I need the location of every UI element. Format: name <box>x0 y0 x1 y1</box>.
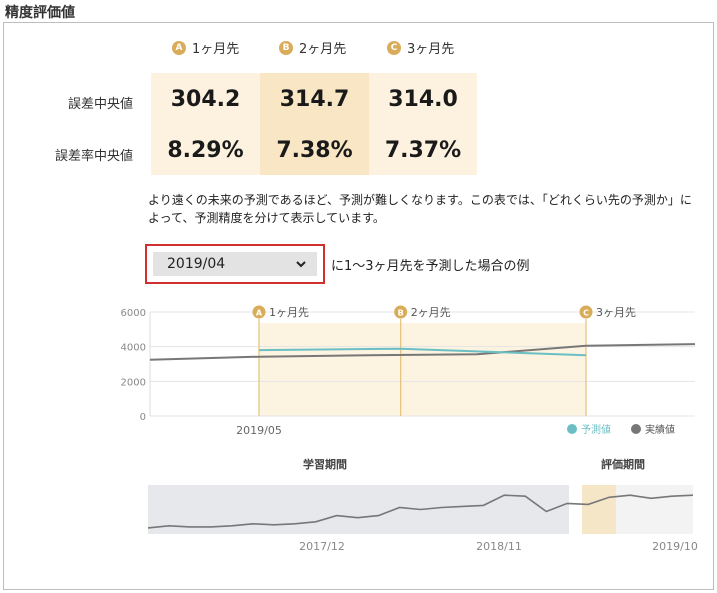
marker-badge-letter: C <box>583 309 589 318</box>
marker-label: 1ヶ月先 <box>269 306 309 319</box>
training-period-label: 学習期間 <box>303 457 347 471</box>
overview-chart: 学習期間 評価期間 2017/12 2018/11 2019/10 <box>147 457 698 553</box>
column-header-2-month: B 2ヶ月先 <box>279 38 346 57</box>
overview-x-tick-label: 2017/12 <box>299 540 345 553</box>
row-label-median-error: 誤差中央値 <box>67 97 133 112</box>
cell-median-error-rate-3m: 7.37% <box>369 125 477 175</box>
overview-x-tick-label: 2019/10 <box>652 540 698 553</box>
y-tick-label: 4000 <box>121 343 146 354</box>
page-title: 精度評価値 <box>5 5 75 21</box>
column-header-1-month: A 1ヶ月先 <box>172 38 239 57</box>
badge-c-icon: C <box>387 40 401 55</box>
badge-a-icon: A <box>172 40 186 55</box>
legend-dot-icon <box>631 424 641 434</box>
select-caption: に1〜3ヶ月先を予測した場合の例 <box>331 259 530 274</box>
column-header-label: 2ヶ月先 <box>299 42 347 57</box>
cell-median-error-rate-2m: 7.38% <box>260 125 369 175</box>
forecast-chart: 6000 4000 2000 0 A 1ヶ月先 B 2ヶ月先 C 3ヶ月先 2019/05 予測値 実績… <box>121 305 696 437</box>
month-select-value: 2019/04 <box>167 256 226 272</box>
x-tick-label: 2019/05 <box>236 424 282 437</box>
row-label-median-error-rate: 誤差率中央値 <box>54 149 133 164</box>
column-header-label: 3ヶ月先 <box>407 42 455 57</box>
marker-badge-letter: B <box>398 309 404 318</box>
forecast-window <box>259 323 586 416</box>
description-text: より遠くの未来の予測であるほど、予測が難しくなります。この表では、「どれくらい先… <box>148 193 692 225</box>
y-tick-label: 6000 <box>121 308 146 319</box>
legend-label: 予測値 <box>581 423 611 436</box>
overview-x-tick-label: 2018/11 <box>476 540 522 553</box>
legend-dot-icon <box>567 424 577 434</box>
marker-label: 2ヶ月先 <box>411 306 451 319</box>
y-tick-label: 0 <box>140 412 146 423</box>
column-header-3-month: C 3ヶ月先 <box>387 38 454 57</box>
evaluation-period-label: 評価期間 <box>601 457 645 471</box>
marker-badge-letter: A <box>256 309 263 318</box>
cell-median-error-rate-1m: 8.29% <box>151 125 260 175</box>
cell-median-error-1m: 304.2 <box>151 73 260 125</box>
chevron-down-icon <box>296 261 306 268</box>
y-tick-label: 2000 <box>121 377 146 388</box>
cell-median-error-3m: 314.0 <box>369 73 477 125</box>
legend-label: 実績値 <box>645 423 675 436</box>
column-header-label: 1ヶ月先 <box>192 42 240 57</box>
cell-median-error-2m: 314.7 <box>260 73 369 125</box>
badge-b-icon: B <box>279 40 293 55</box>
marker-label: 3ヶ月先 <box>596 306 636 319</box>
month-select[interactable]: 2019/04 <box>153 252 317 276</box>
month-select-highlight: 2019/04 <box>145 244 325 284</box>
after-period-band <box>616 485 693 534</box>
evaluation-period-band <box>582 485 616 534</box>
